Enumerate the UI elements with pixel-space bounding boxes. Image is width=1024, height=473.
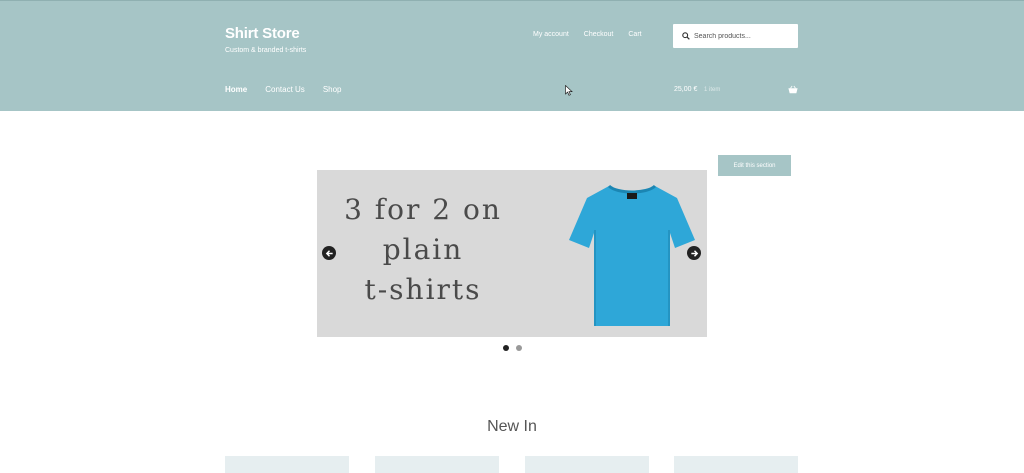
cart-link[interactable]: Cart (628, 31, 641, 38)
my-account-link[interactable]: My account (533, 31, 569, 38)
product-card[interactable] (674, 456, 798, 473)
search-input[interactable] (694, 32, 789, 40)
product-card[interactable] (225, 456, 349, 473)
checkout-link[interactable]: Checkout (584, 31, 614, 38)
search-icon (682, 32, 690, 40)
site-tagline: Custom & branded t-shirts (225, 47, 307, 54)
slide-line: t-shirts (364, 273, 482, 306)
slide-line: 3 for 2 on (344, 193, 502, 226)
nav-contact-us[interactable]: Contact Us (265, 85, 305, 94)
cart-count[interactable]: 1 item (704, 87, 720, 93)
site-header: Shirt Store Custom & branded t-shirts My… (0, 0, 1024, 111)
nav-shop[interactable]: Shop (323, 85, 342, 94)
arrow-left-icon (325, 249, 333, 257)
site-title[interactable]: Shirt Store (225, 25, 300, 42)
edit-section-button[interactable]: Edit this section (718, 155, 791, 176)
secondary-nav: My account Checkout Cart (533, 31, 642, 38)
tshirt-image (569, 184, 695, 326)
nav-home[interactable]: Home (225, 85, 247, 94)
slider-pagination (503, 345, 522, 351)
slider-prev-button[interactable] (322, 246, 336, 260)
cart-total[interactable]: 25,00 € (674, 86, 697, 93)
slide-caption: 3 for 2 on plain t-shirts (339, 190, 507, 310)
slider-dot-2[interactable] (516, 345, 522, 351)
product-card[interactable] (375, 456, 499, 473)
slider-next-button[interactable] (687, 246, 701, 260)
search-box (673, 24, 798, 48)
promo-slider: 3 for 2 on plain t-shirts (317, 170, 707, 337)
new-in-heading: New In (487, 418, 537, 435)
product-card[interactable] (525, 456, 649, 473)
primary-nav: Home Contact Us Shop (225, 85, 342, 94)
slider-dot-1[interactable] (503, 345, 509, 351)
basket-icon[interactable] (788, 85, 798, 94)
slide-line: plain (382, 233, 464, 266)
mouse-cursor-icon (565, 85, 573, 96)
arrow-right-icon (690, 249, 698, 257)
